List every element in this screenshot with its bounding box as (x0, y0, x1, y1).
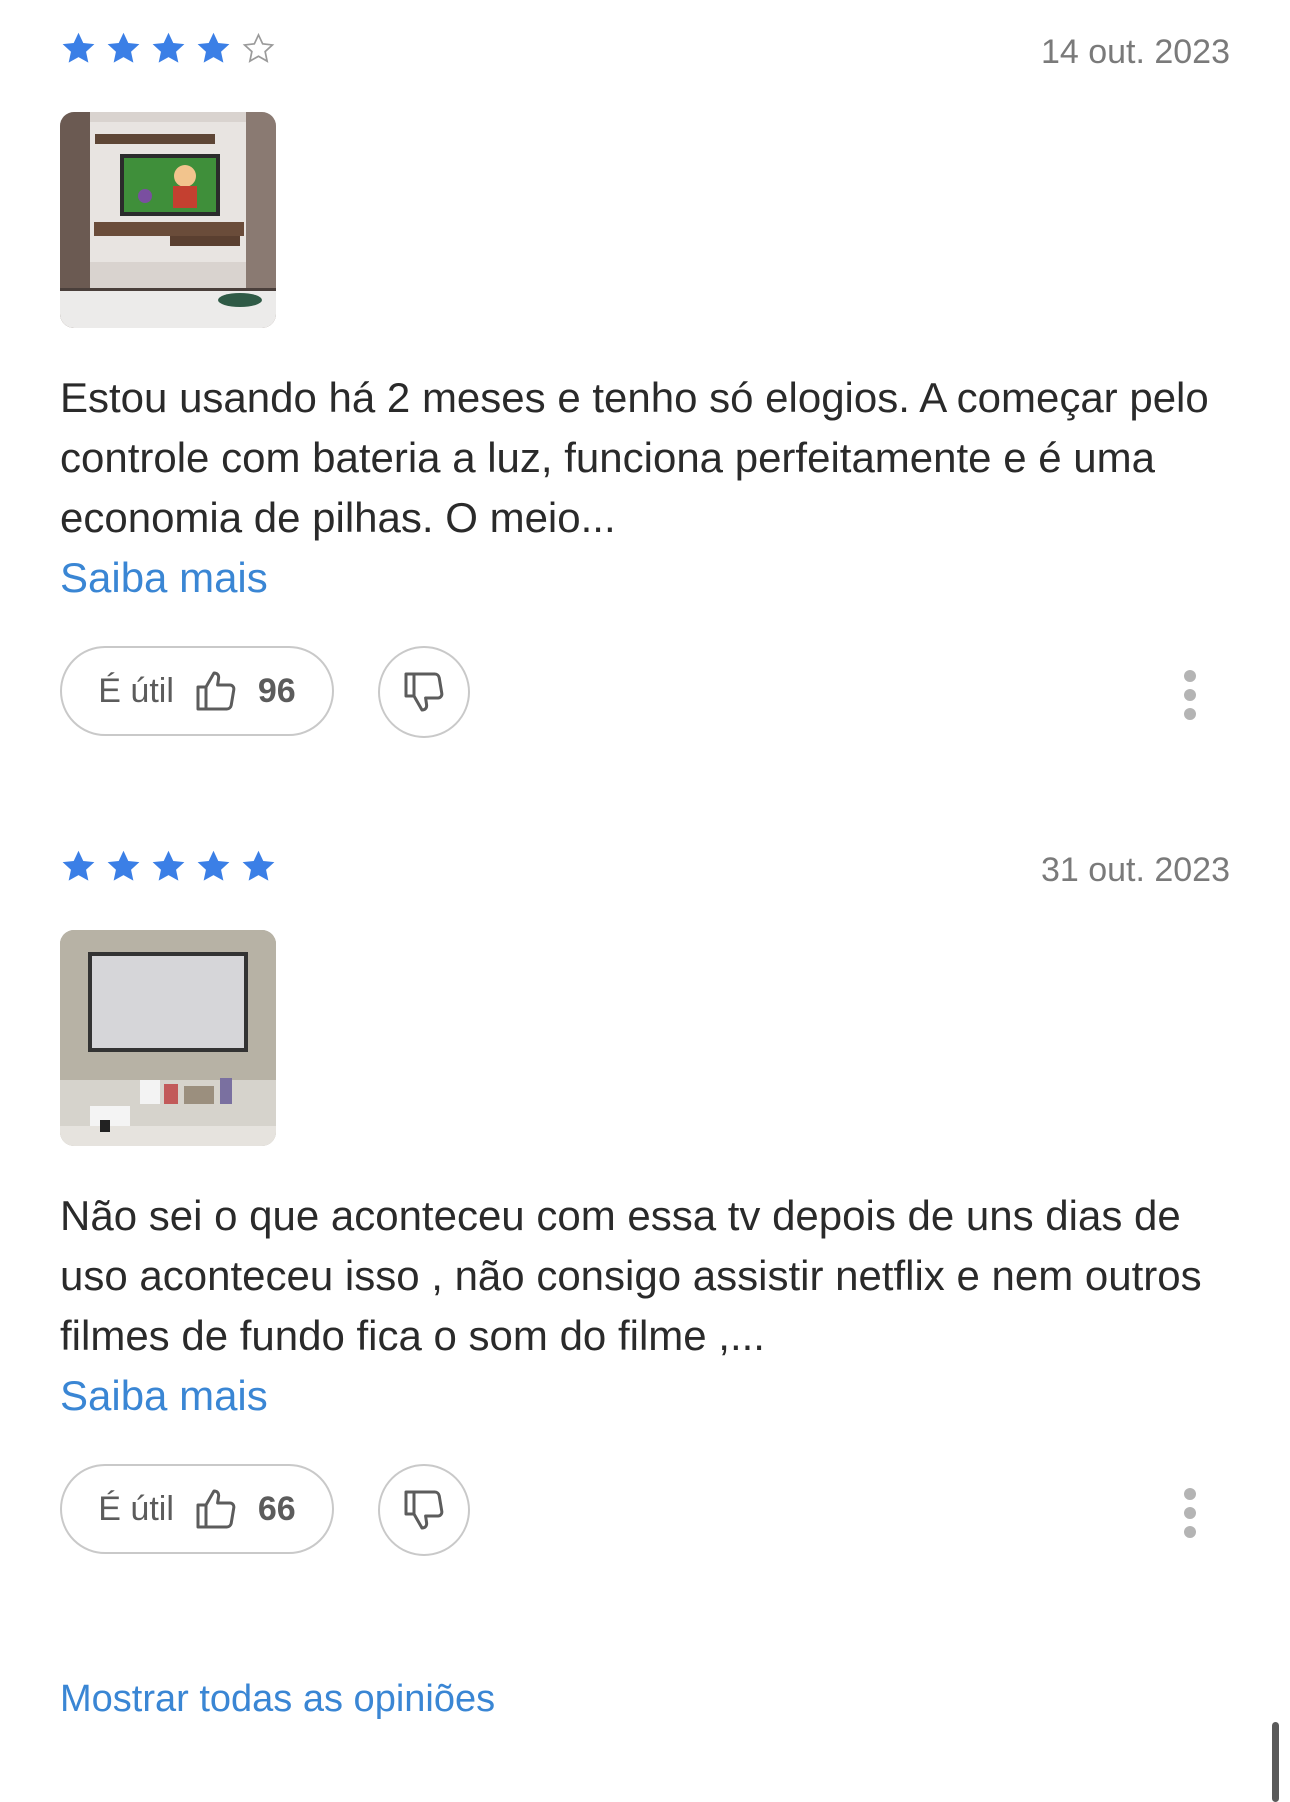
more-options-icon[interactable] (1180, 1488, 1200, 1538)
read-more-link[interactable]: Saiba mais (60, 548, 268, 608)
star-filled-icon (107, 32, 140, 63)
useful-button[interactable]: É útil 96 (60, 646, 334, 736)
star-filled-icon (152, 32, 185, 63)
thumbs-up-icon (196, 671, 236, 711)
star-filled-icon (62, 32, 95, 63)
review-text: Estou usando há 2 meses e tenho só elogi… (60, 374, 1209, 541)
useful-label: É útil (98, 671, 174, 710)
scrollbar[interactable] (1272, 1722, 1279, 1802)
not-useful-button[interactable] (378, 1464, 470, 1556)
thumbs-up-icon (196, 1489, 236, 1529)
show-all-reviews-link[interactable]: Mostrar todas as opiniões (60, 1678, 495, 1721)
star-empty-icon (242, 32, 275, 63)
useful-count: 66 (257, 1489, 296, 1528)
review-photo[interactable] (60, 112, 276, 328)
review-date: 31 out. 2023 (1040, 851, 1230, 889)
star-filled-icon (197, 32, 230, 63)
review-photo[interactable] (60, 930, 276, 1146)
star-filled-icon (152, 850, 185, 881)
star-filled-icon (62, 850, 95, 881)
useful-count: 96 (257, 671, 296, 710)
star-filled-icon (197, 850, 230, 881)
more-options-icon[interactable] (1180, 670, 1200, 720)
read-more-link[interactable]: Saiba mais (60, 1366, 268, 1426)
useful-label: É útil (98, 1489, 174, 1528)
star-rating (60, 30, 277, 67)
thumbs-down-icon (404, 1490, 444, 1530)
star-rating (60, 848, 277, 885)
not-useful-button[interactable] (378, 646, 470, 738)
thumbs-down-icon (404, 672, 444, 712)
review-text: Não sei o que aconteceu com essa tv depo… (60, 1192, 1202, 1359)
review-date: 14 out. 2023 (1040, 33, 1230, 71)
star-filled-icon (107, 850, 140, 881)
star-filled-icon (242, 850, 275, 881)
useful-button[interactable]: É útil 66 (60, 1464, 334, 1554)
